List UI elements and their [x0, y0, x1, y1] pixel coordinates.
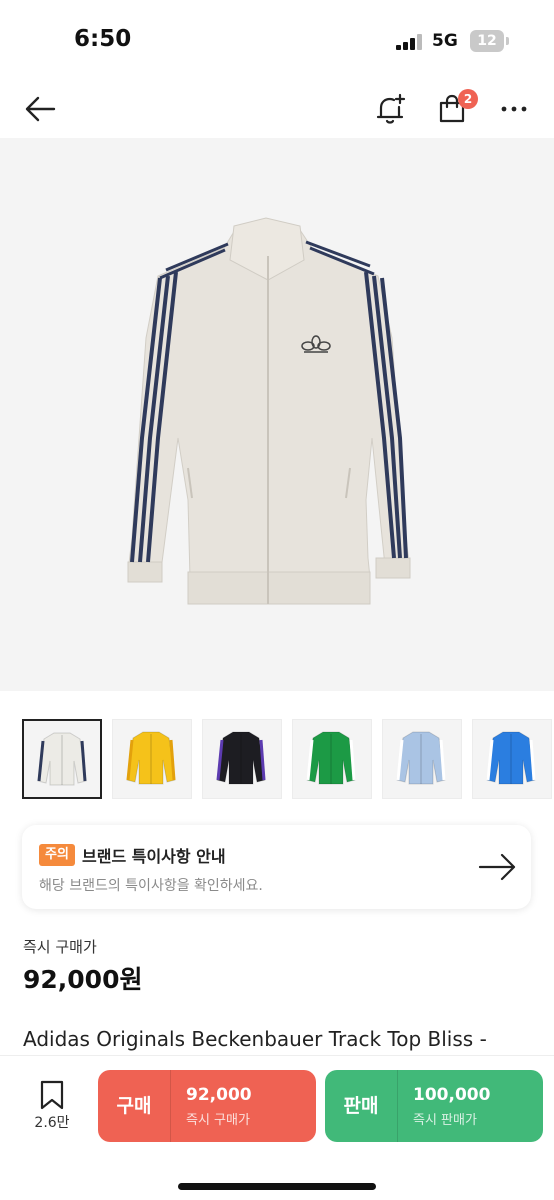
thumbnail-black[interactable] — [202, 719, 282, 799]
thumbnail-light-blue[interactable] — [382, 719, 462, 799]
battery-icon: 12 — [470, 30, 504, 52]
instant-price-label: 즉시 구매가 — [23, 938, 97, 956]
cart-count-badge: 2 — [458, 89, 478, 109]
thumbnail-yellow[interactable] — [112, 719, 192, 799]
notice-tag: 주의 — [39, 844, 75, 866]
thumbnail-jacket-image — [37, 732, 87, 786]
instant-price-value: 92,000원 — [23, 965, 143, 994]
wishlist-count: 2.6만 — [34, 1115, 70, 1131]
buy-price: 92,000 — [186, 1085, 252, 1105]
signal-icon — [396, 34, 424, 50]
thumbnail-green[interactable] — [292, 719, 372, 799]
more-horizontal-icon — [501, 106, 527, 112]
price-alert-button[interactable] — [369, 80, 413, 138]
back-button[interactable] — [18, 80, 62, 138]
arrow-left-icon — [25, 96, 56, 122]
buy-price-caption: 즉시 구매가 — [186, 1113, 250, 1128]
brand-notice-card[interactable]: 주의 브랜드 특이사항 안내 해당 브랜드의 특이사항을 확인하세요. — [22, 825, 531, 909]
sell-price-caption: 즉시 판매가 — [413, 1113, 477, 1128]
product-name: Adidas Originals Beckenbauer Track Top B… — [23, 1027, 487, 1051]
sell-label: 판매 — [343, 1095, 379, 1117]
status-bar: 6:50 5G 12 — [0, 0, 554, 80]
notice-subtitle: 해당 브랜드의 특이사항을 확인하세요. — [39, 878, 263, 894]
thumbnail-jacket-image — [396, 731, 446, 785]
bell-plus-icon — [376, 93, 406, 124]
product-hero-image[interactable] — [0, 138, 554, 691]
network-label: 5G — [432, 31, 458, 51]
notice-title: 브랜드 특이사항 안내 — [82, 847, 226, 866]
bookmark-icon — [40, 1080, 64, 1110]
battery-tip — [506, 37, 509, 45]
track-jacket-image — [127, 217, 411, 605]
thumbnail-jacket-image — [216, 731, 266, 785]
home-indicator — [178, 1183, 376, 1190]
thumbnail-blue[interactable] — [472, 719, 552, 799]
arrow-right-icon — [478, 853, 516, 881]
sell-price: 100,000 — [413, 1085, 491, 1105]
battery-level: 12 — [477, 33, 497, 49]
thumbnail-jacket-image — [126, 731, 176, 785]
thumbnail-cream[interactable] — [22, 719, 102, 799]
status-time: 6:50 — [74, 26, 132, 52]
buy-divider — [170, 1070, 171, 1142]
more-button[interactable] — [492, 80, 536, 138]
thumbnail-jacket-image — [306, 731, 356, 785]
thumbnail-strip[interactable] — [22, 719, 554, 799]
sell-button[interactable]: 판매 100,000 즉시 판매가 — [325, 1070, 543, 1142]
buy-button[interactable]: 구매 92,000 즉시 구매가 — [98, 1070, 316, 1142]
wishlist-button[interactable]: 2.6만 — [26, 1078, 78, 1136]
sell-divider — [397, 1070, 398, 1142]
buy-label: 구매 — [116, 1095, 152, 1117]
thumbnail-jacket-image — [486, 731, 536, 785]
